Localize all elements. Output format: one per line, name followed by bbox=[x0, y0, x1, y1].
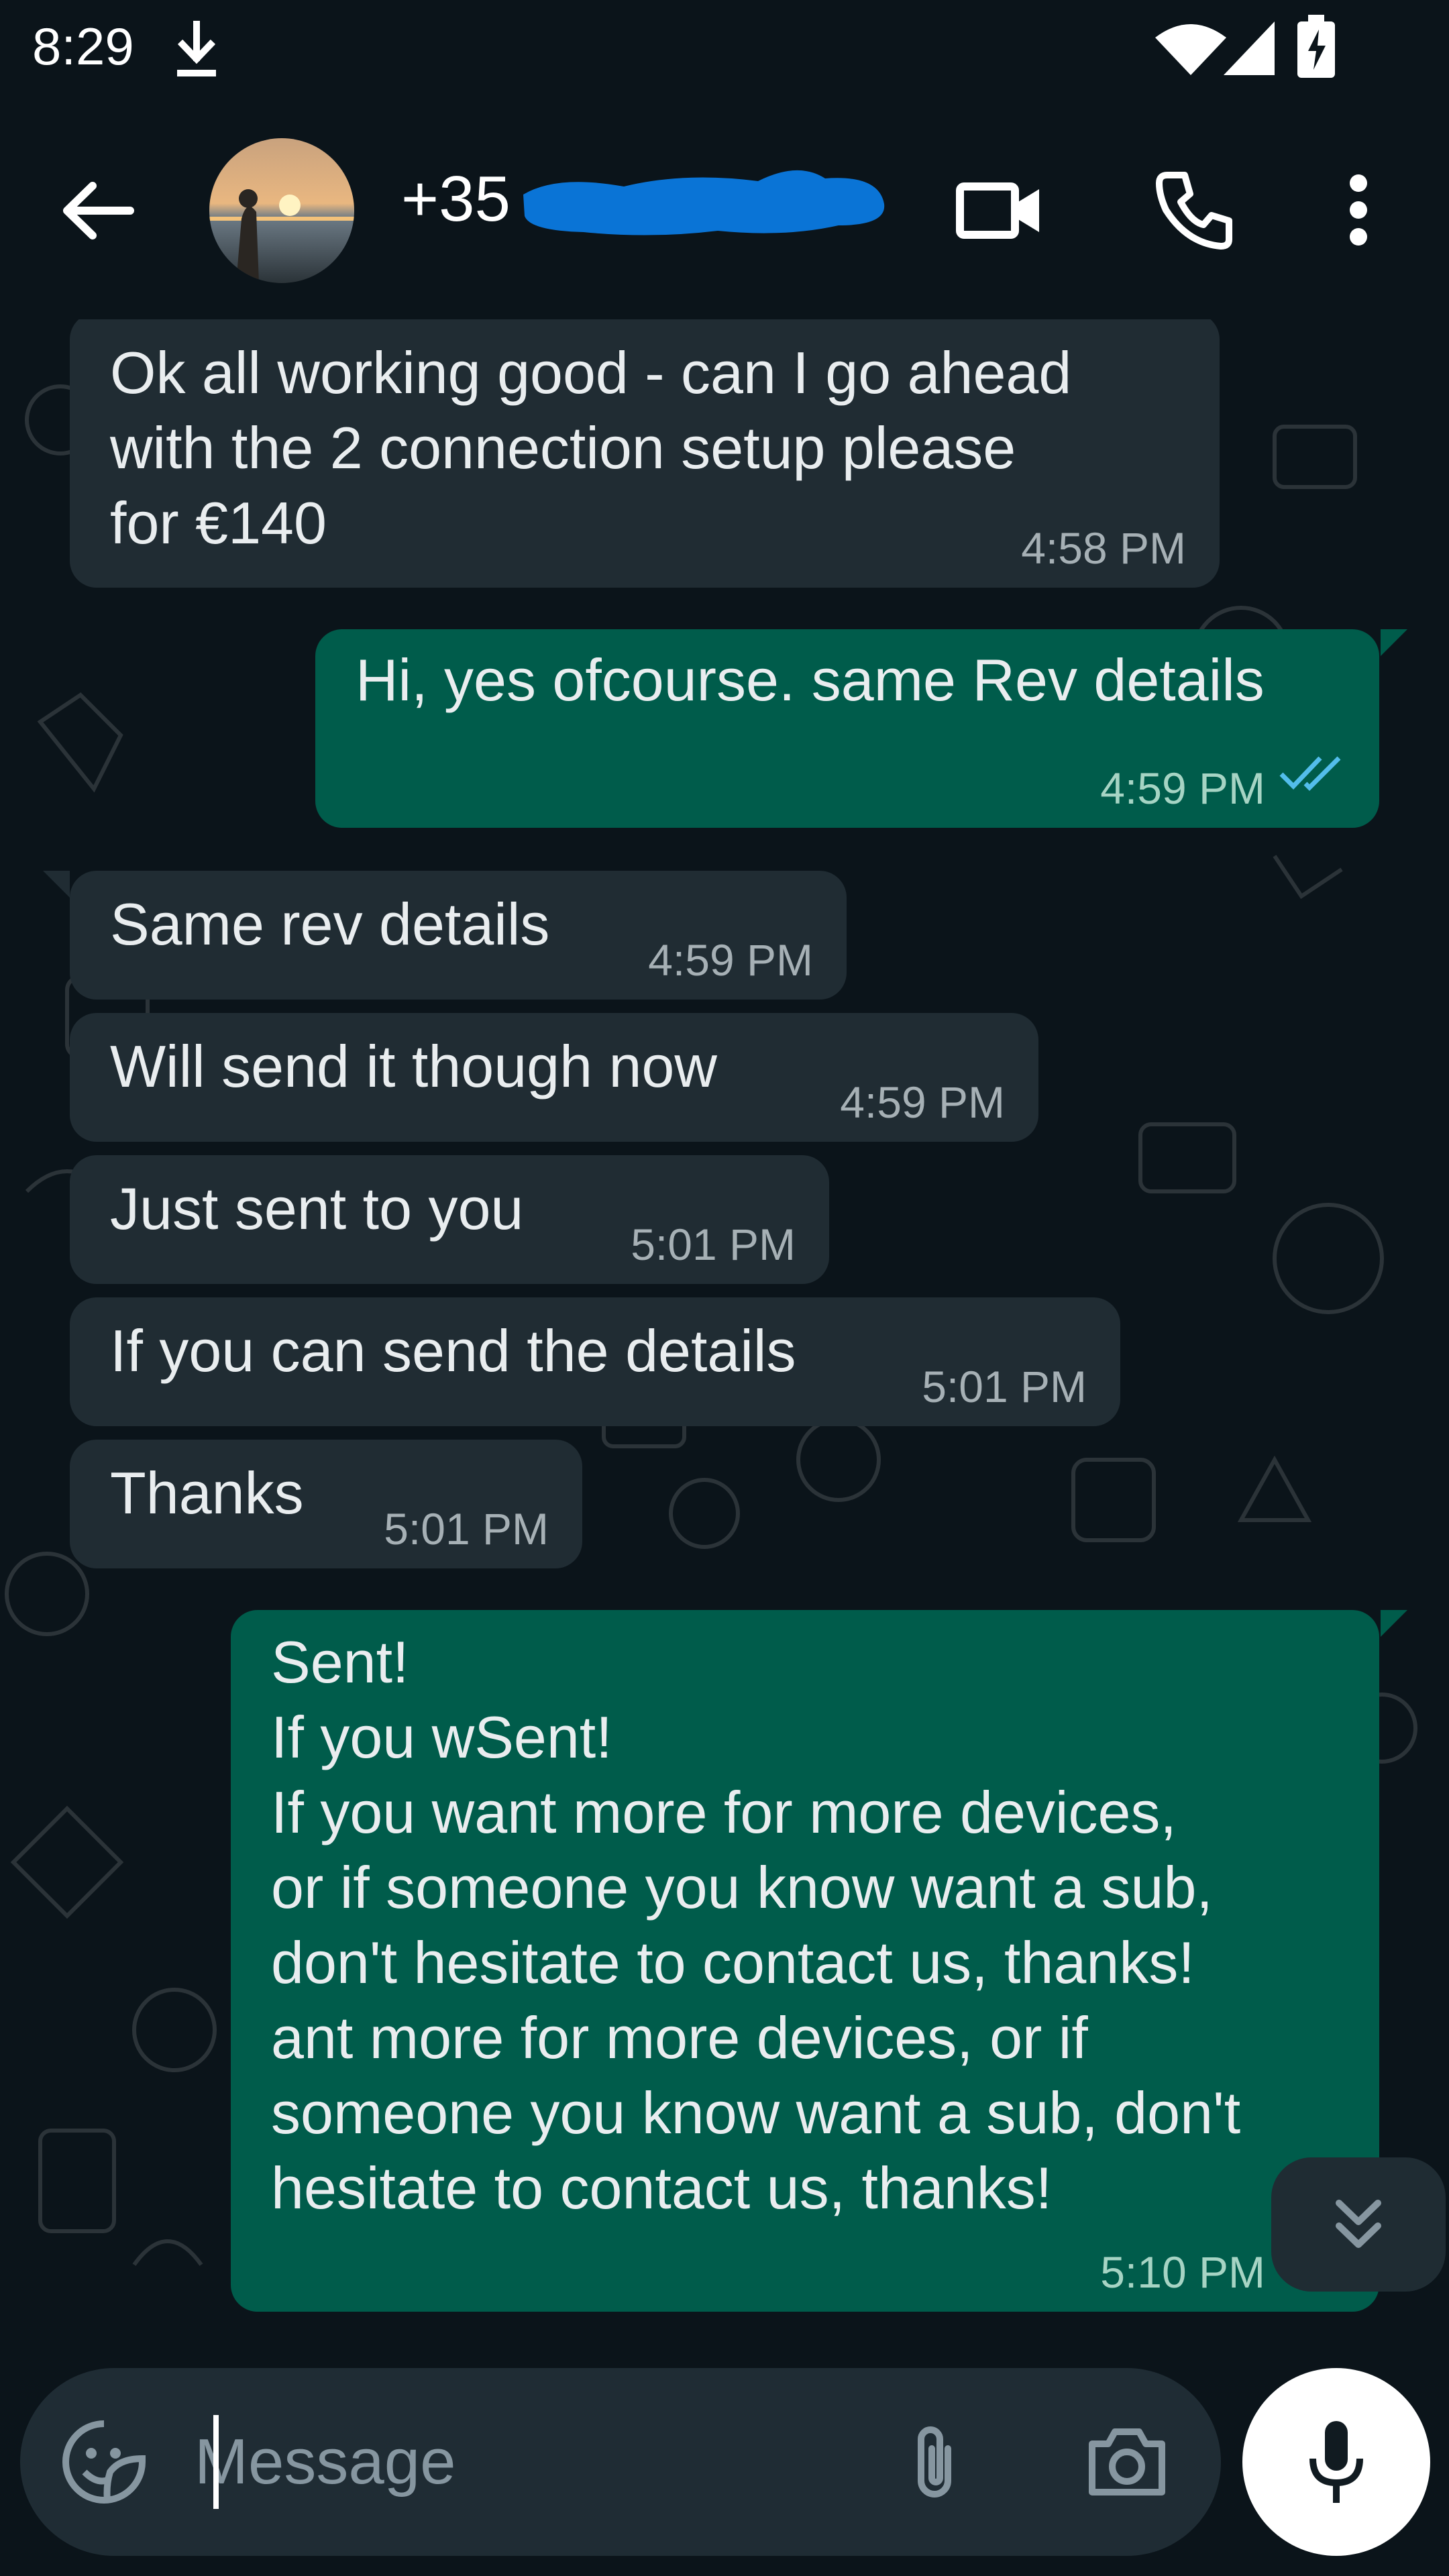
wifi-icon bbox=[1154, 23, 1228, 80]
attach-icon bbox=[918, 2426, 951, 2498]
camera-icon bbox=[1089, 2428, 1165, 2496]
bubble-tail bbox=[43, 871, 70, 898]
message-outgoing[interactable]: Sent! If you wSent! If you want more for… bbox=[231, 1610, 1379, 2312]
message-time: 4:59 PM bbox=[1100, 763, 1265, 813]
message-incoming[interactable]: Will send it though now 4:59 PM bbox=[70, 1013, 1038, 1142]
message-composer bbox=[20, 2368, 1221, 2556]
message-text: Ok all working good - can I go ahead wit… bbox=[110, 339, 1072, 556]
message-time: 4:58 PM bbox=[1021, 523, 1186, 573]
message-time: 4:59 PM bbox=[840, 1077, 1005, 1127]
message-incoming[interactable]: Same rev details 4:59 PM bbox=[70, 871, 847, 1000]
voice-message-button[interactable] bbox=[1242, 2368, 1430, 2556]
phone-call-icon bbox=[1156, 172, 1232, 250]
mic-icon bbox=[1309, 2421, 1363, 2503]
bubble-tail bbox=[1381, 629, 1407, 656]
message-outgoing[interactable]: Hi, yes ofcourse. same Rev details 4:59 … bbox=[315, 629, 1379, 828]
chat-header: +35 bbox=[0, 101, 1449, 319]
voice-call-button[interactable] bbox=[1140, 166, 1248, 254]
more-vert-icon bbox=[1350, 174, 1367, 246]
message-time: 5:01 PM bbox=[922, 1362, 1087, 1411]
camera-button[interactable] bbox=[1080, 2415, 1174, 2509]
message-incoming[interactable]: Thanks 5:01 PM bbox=[70, 1440, 582, 1568]
emoji-sticker-icon bbox=[62, 2420, 146, 2504]
read-receipt-icon bbox=[1279, 735, 1346, 810]
message-time: 4:59 PM bbox=[648, 935, 813, 985]
status-time: 8:29 bbox=[32, 17, 134, 76]
video-call-button[interactable] bbox=[946, 170, 1053, 251]
avatar[interactable] bbox=[209, 138, 354, 283]
message-time: 5:01 PM bbox=[384, 1504, 549, 1554]
redaction-mark bbox=[517, 148, 892, 262]
message-text: Hi, yes ofcourse. same Rev details bbox=[356, 647, 1265, 713]
back-arrow-icon bbox=[63, 182, 134, 239]
message-input[interactable] bbox=[195, 2415, 865, 2509]
video-call-icon bbox=[956, 182, 1039, 239]
attach-button[interactable] bbox=[892, 2415, 979, 2509]
signal-icon bbox=[1222, 20, 1276, 80]
message-incoming[interactable]: Just sent to you 5:01 PM bbox=[70, 1155, 829, 1284]
message-text: Sent! If you wSent! If you want more for… bbox=[271, 1629, 1241, 2221]
message-incoming[interactable]: If you can send the details 5:01 PM bbox=[70, 1297, 1120, 1426]
message-time: 5:10 PM bbox=[1100, 2247, 1265, 2297]
message-incoming[interactable]: Ok all working good - can I go ahead wit… bbox=[70, 319, 1220, 588]
download-icon bbox=[173, 20, 220, 84]
more-options-button[interactable] bbox=[1322, 166, 1395, 254]
message-list[interactable]: Ok all working good - can I go ahead wit… bbox=[0, 319, 1449, 2368]
double-chevron-down-icon bbox=[1336, 2200, 1381, 2248]
contact-name[interactable]: +35 bbox=[401, 162, 511, 236]
message-time: 5:01 PM bbox=[631, 1220, 796, 1269]
status-bar: 8:29 bbox=[0, 0, 1449, 101]
bubble-tail bbox=[1381, 1610, 1407, 1637]
back-button[interactable] bbox=[47, 170, 148, 251]
text-caret bbox=[213, 2415, 219, 2509]
battery-charging-icon bbox=[1296, 15, 1336, 83]
emoji-button[interactable] bbox=[57, 2415, 151, 2509]
scroll-to-bottom-button[interactable] bbox=[1271, 2157, 1446, 2292]
